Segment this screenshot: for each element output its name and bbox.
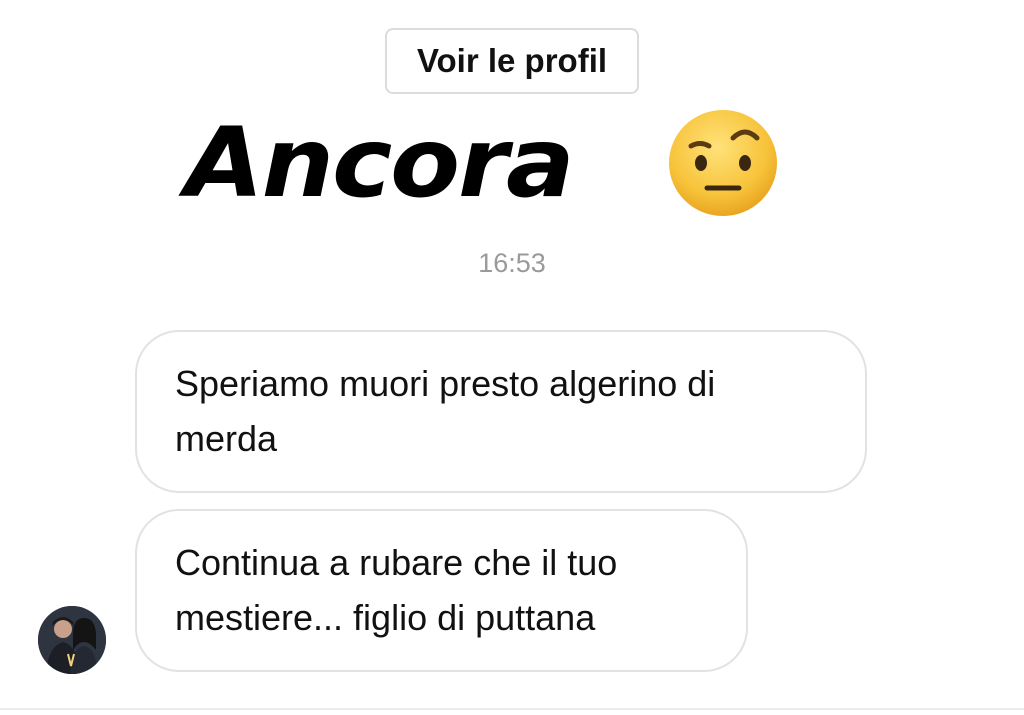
message-line: mestiere... figlio di puttana (175, 597, 596, 638)
message-line: Continua a rubare che il tuo (175, 542, 618, 583)
message-timestamp: 16:53 (478, 248, 546, 278)
view-profile-button[interactable]: Voir le profil (385, 28, 639, 94)
message-bubble[interactable]: Speriamo muori presto algerino di merda (135, 330, 867, 493)
face-with-raised-eyebrow-icon (669, 110, 777, 216)
text-sticker: Ancora (185, 105, 575, 220)
sticker-text: Ancora (185, 106, 575, 219)
sender-avatar[interactable] (38, 606, 106, 674)
profile-photo-icon (38, 606, 106, 674)
divider (0, 708, 1024, 710)
message-line: merda (175, 418, 278, 459)
message-line: Speriamo muori presto algerino di (175, 363, 716, 404)
message-bubble[interactable]: Continua a rubare che il tuo mestiere...… (135, 509, 748, 672)
